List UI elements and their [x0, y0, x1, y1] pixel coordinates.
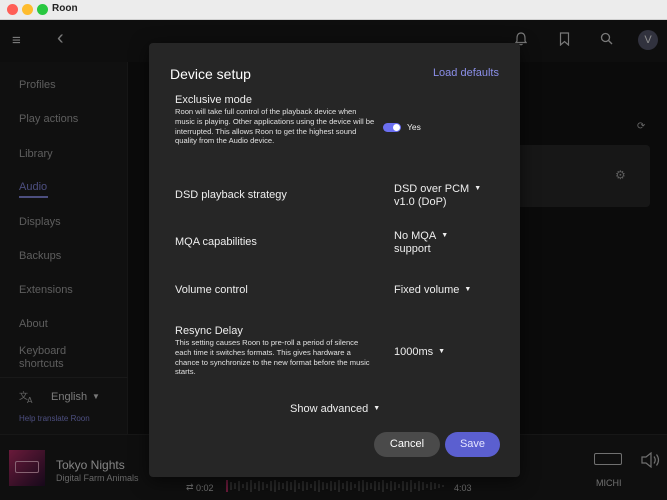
dsd-strategy-select[interactable]: DSD over PCM ▼ v1.0 (DoP) — [394, 182, 481, 209]
close-window-button[interactable] — [7, 4, 18, 15]
mqa-value-line1: No MQA — [394, 230, 437, 242]
chevron-down-icon: ▼ — [474, 185, 482, 192]
dsd-value-line2: v1.0 (DoP) — [394, 196, 447, 208]
volume-control-value: Fixed volume — [394, 284, 460, 296]
resync-delay-description: This setting causes Roon to pre-roll a p… — [175, 338, 370, 377]
resync-delay-value: 1000ms — [394, 346, 434, 358]
exclusive-mode-toggle[interactable] — [383, 123, 401, 132]
resync-delay-label: Resync Delay — [175, 325, 243, 337]
chevron-down-icon: ▼ — [373, 405, 381, 412]
chevron-down-icon: ▼ — [464, 286, 472, 293]
dialog-title: Device setup — [170, 66, 251, 82]
chevron-down-icon: ▼ — [441, 232, 449, 239]
chevron-down-icon: ▼ — [438, 348, 446, 355]
volume-control-label: Volume control — [175, 284, 248, 296]
zoom-window-button[interactable] — [37, 4, 48, 15]
resync-delay-select[interactable]: 1000ms ▼ — [394, 345, 445, 359]
minimize-window-button[interactable] — [22, 4, 33, 15]
device-setup-dialog: Device setup Load defaults Exclusive mod… — [149, 43, 520, 477]
exclusive-mode-description: Roon will take full control of the playb… — [175, 107, 375, 146]
cancel-button[interactable]: Cancel — [374, 432, 440, 457]
window-titlebar: Roon — [0, 0, 667, 20]
show-advanced-label: Show advanced — [290, 403, 369, 415]
mqa-capabilities-label: MQA capabilities — [175, 236, 257, 248]
exclusive-mode-toggle-label: Yes — [407, 122, 421, 132]
mqa-value-line2: support — [394, 243, 431, 255]
load-defaults-link[interactable]: Load defaults — [433, 67, 499, 79]
dsd-value-line1: DSD over PCM — [394, 183, 470, 195]
dsd-strategy-label: DSD playback strategy — [175, 189, 287, 201]
volume-control-select[interactable]: Fixed volume ▼ — [394, 283, 471, 297]
save-button[interactable]: Save — [445, 432, 500, 457]
window-title: Roon — [52, 3, 78, 14]
show-advanced-toggle[interactable]: Show advanced ▼ — [290, 403, 380, 415]
exclusive-mode-label: Exclusive mode — [175, 94, 253, 106]
mqa-capabilities-select[interactable]: No MQA ▼ support — [394, 229, 448, 256]
